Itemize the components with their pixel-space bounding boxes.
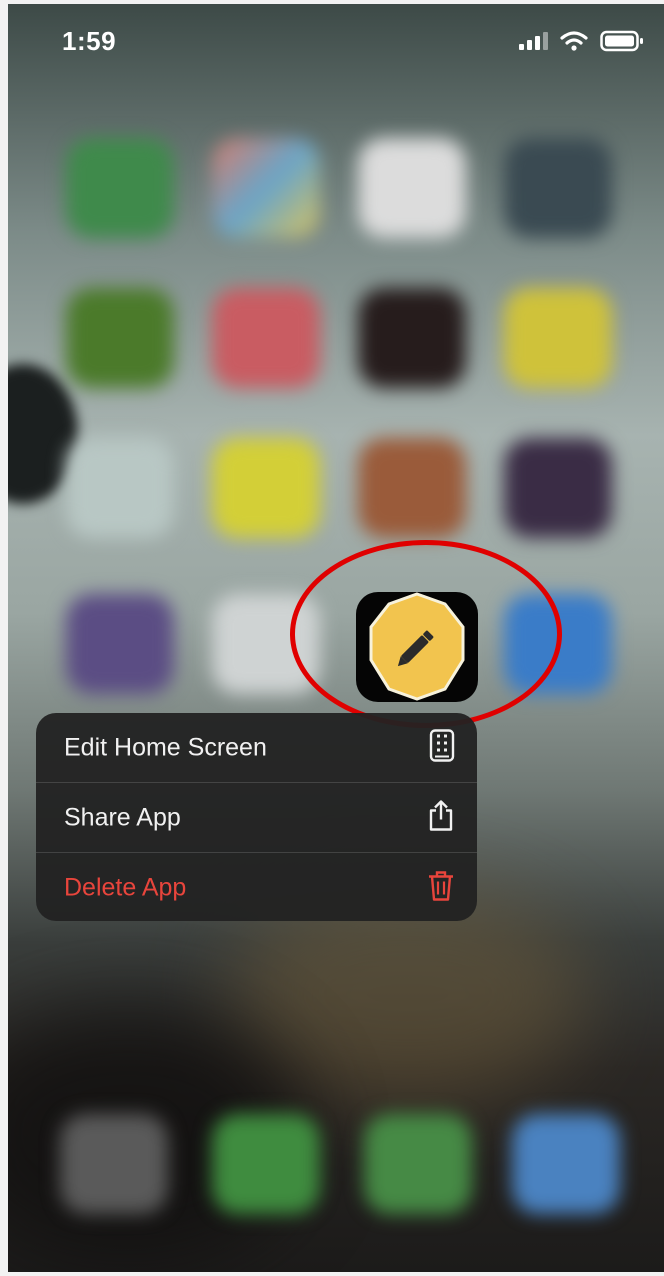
home-screen: 1:59 Edit Home Screen Share App Delete A… (8, 4, 664, 1272)
trash-icon (427, 869, 455, 906)
highlight-circle (290, 540, 562, 728)
menu-item-edit-home-screen[interactable]: Edit Home Screen (36, 713, 477, 782)
status-icons (518, 30, 644, 57)
menu-item-delete-app[interactable]: Delete App (36, 853, 477, 921)
blurred-app-icon (358, 438, 466, 538)
context-menu: Edit Home Screen Share App Delete App (36, 713, 477, 921)
blurred-app-icon (212, 138, 320, 238)
blurred-app-icon (504, 288, 612, 388)
blurred-app-icon (66, 138, 174, 238)
blurred-dock-icon (60, 1114, 168, 1214)
status-bar: 1:59 (8, 4, 664, 84)
home-screen-icon (429, 728, 455, 767)
share-icon (427, 799, 455, 836)
menu-item-label: Delete App (64, 873, 187, 901)
menu-item-label: Share App (64, 803, 181, 831)
blurred-app-icon (66, 288, 174, 388)
battery-icon (600, 30, 644, 57)
blurred-app-icon (212, 288, 320, 388)
blurred-app-icon (66, 594, 174, 694)
menu-item-share-app[interactable]: Share App (36, 783, 477, 852)
blurred-dock-icon (212, 1114, 320, 1214)
dock (32, 1094, 632, 1224)
signal-icon (518, 31, 548, 56)
blurred-app-icon (358, 138, 466, 238)
blurred-app-icon (212, 438, 320, 538)
blurred-dock-icon (512, 1114, 620, 1214)
menu-item-label: Edit Home Screen (64, 733, 267, 761)
blurred-app-icon (358, 288, 466, 388)
blurred-app-icon (504, 438, 612, 538)
status-time: 1:59 (62, 26, 117, 56)
wifi-icon (560, 31, 588, 56)
blurred-app-icon (504, 138, 612, 238)
blurred-dock-icon (364, 1114, 472, 1214)
blurred-app-icon (66, 438, 174, 538)
